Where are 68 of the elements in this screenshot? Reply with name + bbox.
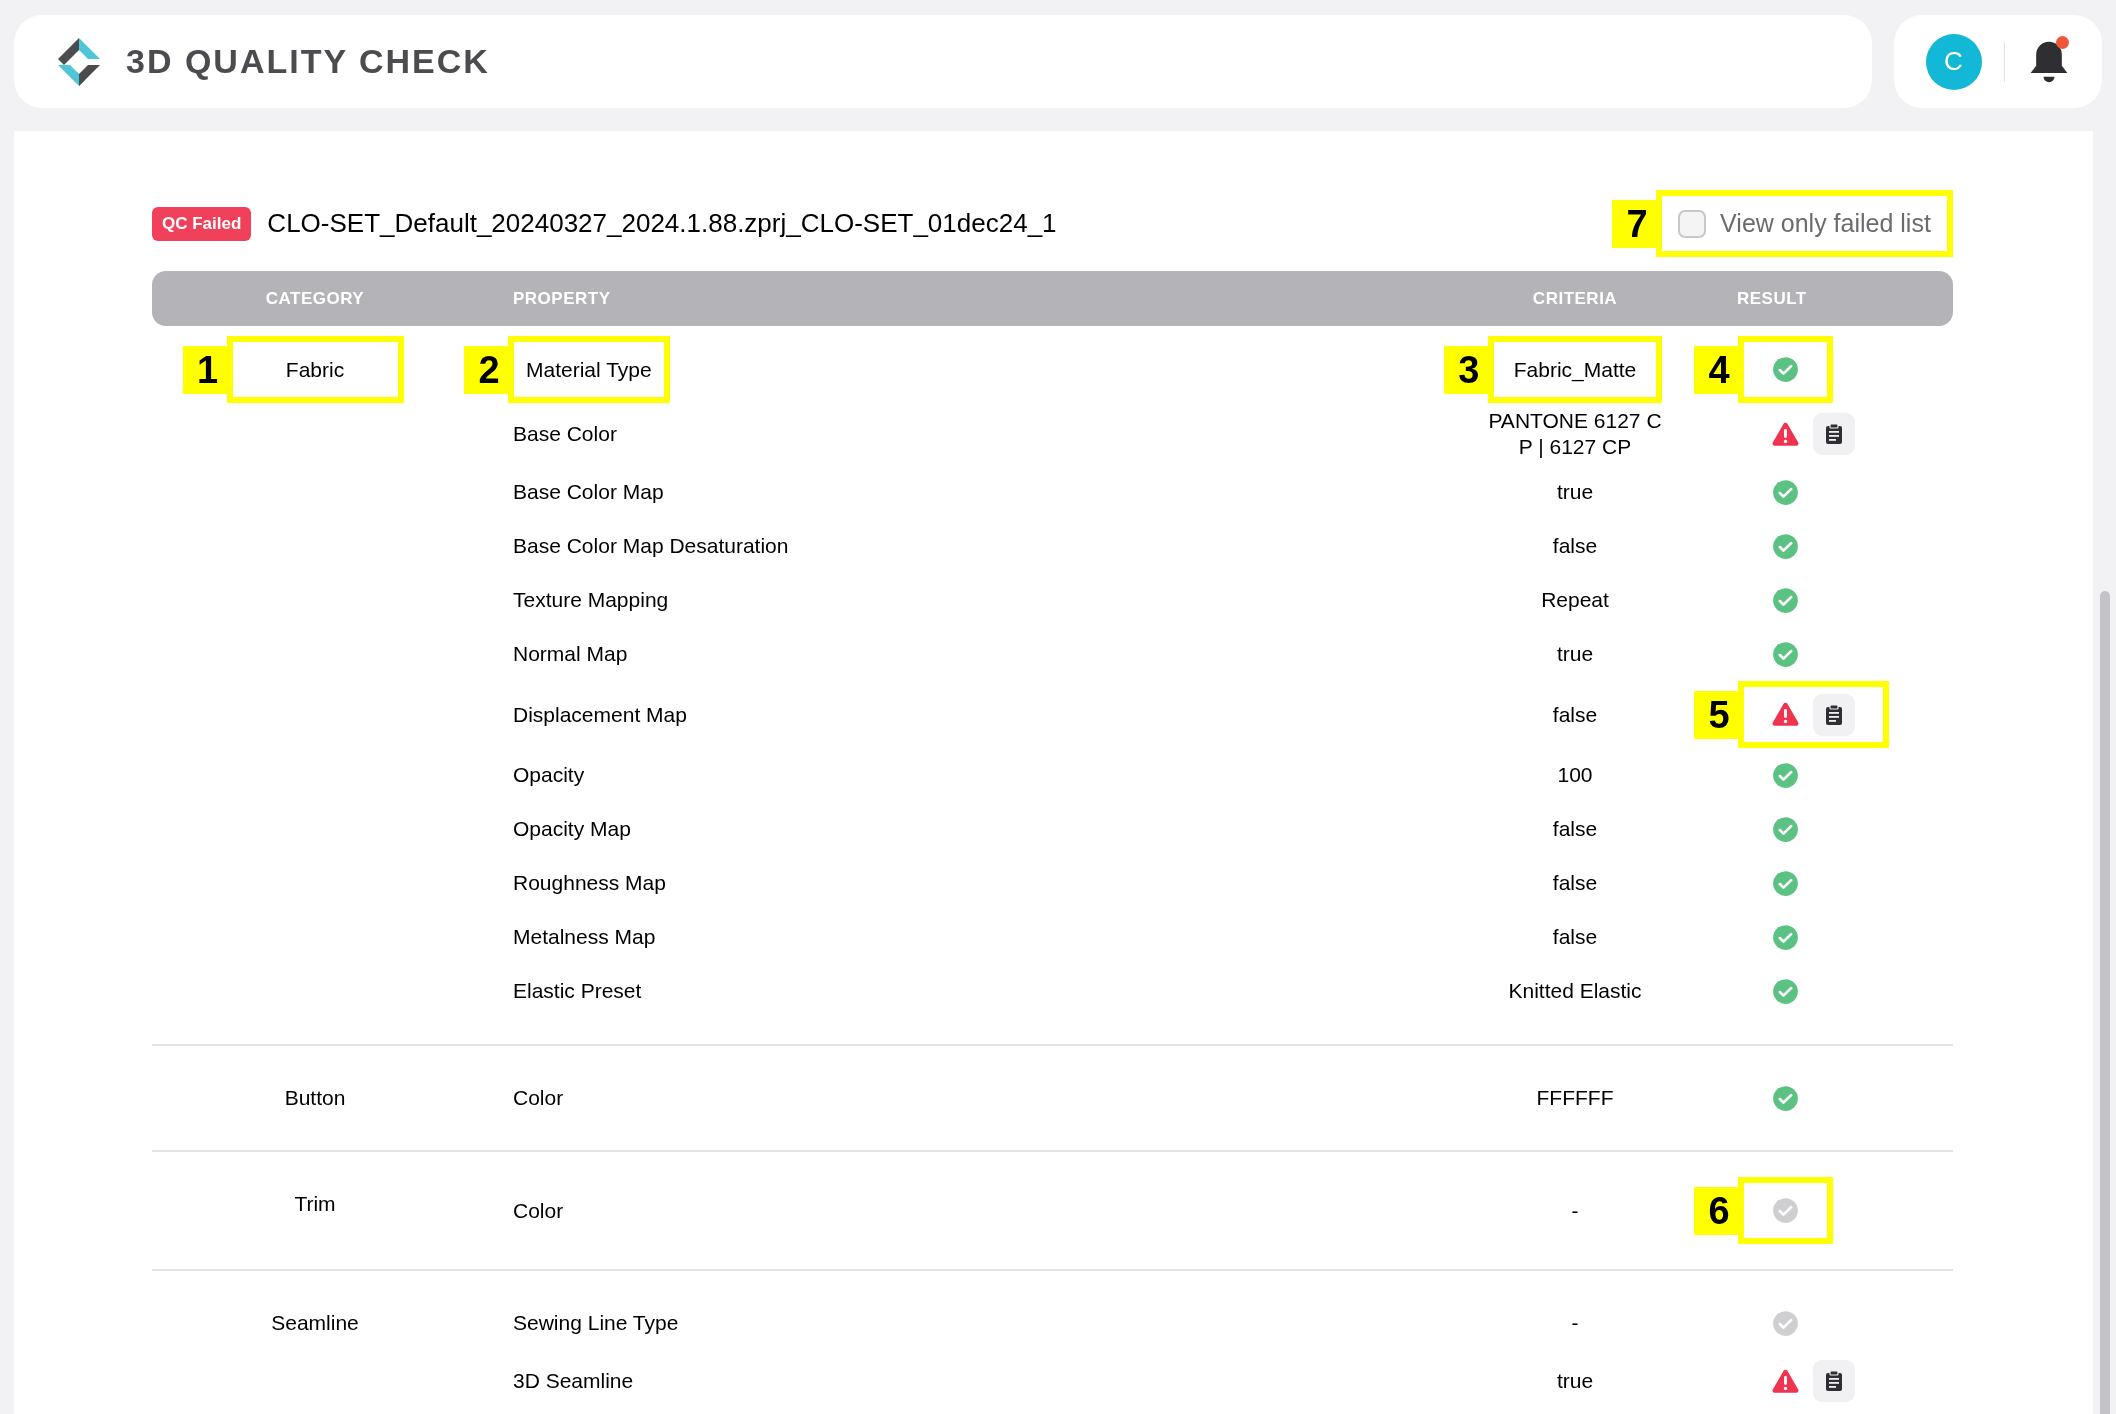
- criteria-cell: Fabric_Matte: [1513, 356, 1637, 383]
- document-icon: [1824, 1370, 1844, 1392]
- check-circle-icon: [1772, 1309, 1799, 1337]
- property-cell-text: Roughness Map: [512, 871, 666, 895]
- check-circle-icon: [1772, 478, 1799, 506]
- check-circle-icon: [1772, 356, 1799, 383]
- category-cell-text: Trim: [294, 1191, 336, 1218]
- property-cell-text: Color: [512, 1198, 564, 1222]
- app-title: 3D QUALITY CHECK: [126, 41, 490, 82]
- check-circle-icon: [1772, 532, 1799, 560]
- property-cell-text: Color: [512, 1086, 564, 1110]
- property-cell-text: Base Color Map: [512, 480, 664, 504]
- criteria-cell: false: [1552, 870, 1598, 896]
- property-cell-text: Displacement Map: [512, 702, 687, 726]
- criteria-cell: false: [1552, 533, 1598, 559]
- property-cell-text: 3D Seamline: [512, 1369, 634, 1393]
- criteria-cell: Repeat: [1541, 587, 1609, 613]
- check-circle-icon: [1772, 640, 1799, 668]
- property-cell-text: Metalness Map: [512, 925, 656, 949]
- check-circle-icon: [1772, 815, 1799, 843]
- check-circle-icon: [1772, 923, 1799, 951]
- property-cell-text: Base Color: [512, 422, 617, 446]
- property-cell-text: Texture Mapping: [512, 588, 669, 612]
- column-header: RESULT: [1736, 287, 1808, 310]
- column-header: CATEGORY: [265, 287, 365, 310]
- criteria-cell: 100: [1557, 762, 1593, 788]
- column-header: CRITERIA: [1532, 287, 1618, 310]
- failed-only-checkbox[interactable]: View only failed list: [1678, 204, 1931, 243]
- criteria-cell: false: [1552, 701, 1598, 728]
- check-circle-icon: [1772, 1084, 1799, 1112]
- criteria-cell: -: [1571, 1197, 1579, 1224]
- report-button[interactable]: [1813, 693, 1855, 736]
- warning-icon: [1772, 1368, 1799, 1394]
- checkbox[interactable]: [1678, 209, 1707, 238]
- file-name: CLO-SET_Default_20240327_2024.1.88.zprj_CLO-SET_01dec24_1: [267, 207, 1057, 240]
- check-circle-icon: [1772, 1197, 1799, 1224]
- scrollbar-thumb[interactable]: [2099, 591, 2110, 1414]
- criteria-cell: -: [1571, 1310, 1579, 1336]
- check-circle-icon: [1772, 869, 1799, 897]
- property-cell-text: Sewing Line Type: [512, 1311, 679, 1335]
- criteria-cell: Knitted Elastic: [1508, 978, 1642, 1004]
- check-circle-icon: [1772, 586, 1799, 614]
- property-cell-text: Material Type: [526, 356, 652, 383]
- status-badge: QC Failed: [152, 206, 252, 241]
- column-header: PROPERTY: [512, 287, 612, 310]
- document-icon: [1824, 423, 1844, 445]
- criteria-cell: false: [1552, 816, 1598, 842]
- warning-icon: [1772, 702, 1799, 727]
- property-cell-text: Elastic Preset: [512, 979, 642, 1003]
- check-circle-icon: [1772, 977, 1799, 1005]
- category-cell-text: Fabric: [285, 356, 345, 383]
- criteria-cell: false: [1552, 924, 1598, 950]
- document-icon: [1824, 703, 1844, 726]
- report-button[interactable]: [1813, 413, 1855, 455]
- criteria-cell: FFFFFF: [1536, 1085, 1614, 1111]
- check-circle-icon: [1772, 761, 1799, 789]
- criteria-cell: true: [1556, 479, 1594, 505]
- property-cell-text: Base Color Map Desaturation: [512, 534, 789, 558]
- warning-icon: [1772, 421, 1799, 447]
- property-cell-text: Opacity Map: [512, 817, 631, 841]
- property-cell-text: Normal Map: [512, 642, 628, 666]
- criteria-cell: true: [1556, 641, 1594, 667]
- criteria-cell: PANTONE 6127 C P | 6127 CP: [1488, 408, 1662, 460]
- report-button[interactable]: [1813, 1360, 1855, 1402]
- criteria-cell: true: [1556, 1368, 1594, 1394]
- category-cell-text: Seamline: [271, 1310, 359, 1337]
- category-cell-text: Button: [284, 1085, 346, 1112]
- property-cell-text: Opacity: [512, 763, 585, 787]
